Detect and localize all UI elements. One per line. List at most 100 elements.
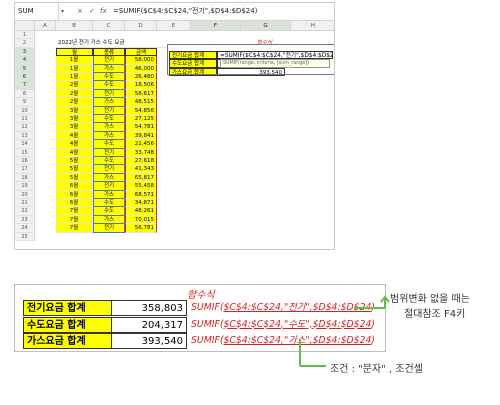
type-cell[interactable]: 전기 — [93, 56, 125, 65]
type-cell[interactable]: 가스 — [93, 215, 125, 225]
amount-cell[interactable]: 27,618 — [125, 157, 157, 166]
type-cell[interactable]: 가스 — [93, 190, 125, 199]
column-header[interactable]: F — [191, 21, 241, 31]
row-header[interactable]: 2 — [15, 39, 35, 48]
row-header[interactable]: 20 — [15, 190, 35, 199]
amount-cell[interactable]: 26,480 — [125, 73, 157, 82]
type-cell[interactable]: 전기 — [93, 148, 125, 157]
type-cell[interactable]: 전기 — [93, 182, 125, 191]
function-icon[interactable]: fx — [100, 3, 107, 20]
row-header[interactable]: 13 — [15, 131, 35, 141]
row-header[interactable]: 21 — [15, 199, 35, 208]
amount-cell[interactable]: 54,856 — [125, 106, 157, 115]
amount-cell[interactable]: 58,000 — [125, 56, 157, 65]
amount-cell[interactable]: 54,781 — [125, 123, 157, 132]
row-header[interactable]: 23 — [15, 215, 35, 225]
row-header[interactable]: 9 — [15, 98, 35, 107]
type-cell[interactable]: 전기 — [93, 89, 125, 99]
type-cell[interactable]: 가스 — [93, 131, 125, 141]
column-header[interactable]: E — [157, 21, 191, 31]
row-header[interactable]: 11 — [15, 115, 35, 124]
month-cell[interactable]: 5월 — [56, 165, 93, 174]
type-cell[interactable]: 가스 — [93, 64, 125, 73]
type-cell[interactable]: 수도 — [93, 140, 125, 149]
type-cell[interactable]: 수도 — [93, 207, 125, 216]
month-cell[interactable]: 2월 — [56, 89, 93, 99]
month-cell[interactable]: 5월 — [56, 157, 93, 166]
column-header[interactable]: C — [93, 21, 125, 31]
month-cell[interactable]: 3월 — [56, 123, 93, 132]
cancel-icon[interactable]: × — [77, 3, 83, 20]
month-cell[interactable]: 1월 — [56, 64, 93, 73]
amount-cell[interactable]: 58,617 — [125, 89, 157, 99]
row-header[interactable]: 18 — [15, 173, 35, 183]
row-header[interactable]: 22 — [15, 207, 35, 216]
row-header[interactable]: 19 — [15, 182, 35, 191]
amount-cell[interactable]: 41,343 — [125, 165, 157, 174]
month-cell[interactable]: 5월 — [56, 173, 93, 183]
row-header[interactable]: 16 — [15, 157, 35, 166]
type-cell[interactable]: 가스 — [93, 173, 125, 183]
row-header[interactable]: 4 — [15, 56, 35, 65]
row-header[interactable]: 3 — [15, 47, 35, 57]
type-cell[interactable]: 전기 — [93, 224, 125, 233]
row-header[interactable]: 12 — [15, 123, 35, 132]
month-cell[interactable]: 6월 — [56, 199, 93, 208]
row-header[interactable]: 17 — [15, 165, 35, 174]
formula-input[interactable]: =SUMIF($C$4:$C$24,"전기",$D$4:$D$24) — [113, 3, 257, 20]
amount-cell[interactable]: 68,571 — [125, 190, 157, 199]
name-box[interactable]: SUM — [15, 3, 59, 20]
month-cell[interactable]: 6월 — [56, 190, 93, 199]
column-header[interactable]: G — [241, 21, 291, 31]
row-header[interactable]: 25 — [15, 232, 35, 241]
amount-cell[interactable]: 39,841 — [125, 131, 157, 141]
type-cell[interactable]: 가스 — [93, 123, 125, 132]
amount-cell[interactable]: 34,871 — [125, 199, 157, 208]
type-cell[interactable]: 전기 — [93, 165, 125, 174]
amount-cell[interactable]: 18,506 — [125, 81, 157, 90]
month-cell[interactable]: 7월 — [56, 215, 93, 225]
column-header[interactable]: H — [291, 21, 334, 31]
month-cell[interactable]: 2월 — [56, 81, 93, 90]
month-cell[interactable]: 7월 — [56, 224, 93, 233]
type-cell[interactable]: 전기 — [93, 106, 125, 115]
type-cell[interactable]: 수도 — [93, 81, 125, 90]
row-header[interactable]: 10 — [15, 106, 35, 115]
month-cell[interactable]: 3월 — [56, 115, 93, 124]
amount-cell[interactable]: 55,458 — [125, 182, 157, 191]
month-cell[interactable]: 1월 — [56, 73, 93, 82]
row-header[interactable]: 14 — [15, 140, 35, 149]
amount-cell[interactable]: 46,000 — [125, 64, 157, 73]
month-cell[interactable]: 3월 — [56, 106, 93, 115]
amount-cell[interactable]: 65,817 — [125, 173, 157, 183]
amount-cell[interactable]: 48,515 — [125, 98, 157, 107]
column-header[interactable]: D — [125, 21, 157, 31]
month-cell[interactable]: 6월 — [56, 182, 93, 191]
type-cell[interactable]: 수도 — [93, 199, 125, 208]
type-cell[interactable]: 수도 — [93, 115, 125, 124]
month-cell[interactable]: 4월 — [56, 140, 93, 149]
month-cell[interactable]: 4월 — [56, 148, 93, 157]
row-header[interactable]: 7 — [15, 81, 35, 90]
name-box-dropdown-icon[interactable]: ▾ — [61, 3, 64, 20]
amount-cell[interactable]: 33,748 — [125, 148, 157, 157]
row-header[interactable]: 15 — [15, 148, 35, 157]
type-cell[interactable]: 수도 — [93, 157, 125, 166]
amount-cell[interactable]: 27,125 — [125, 115, 157, 124]
summary-value-cell[interactable]: 393,540 — [217, 67, 285, 76]
type-cell[interactable]: 수도 — [93, 73, 125, 82]
month-cell[interactable]: 4월 — [56, 131, 93, 141]
column-header[interactable]: B — [56, 21, 93, 31]
month-cell[interactable]: 7월 — [56, 207, 93, 216]
row-header[interactable]: 6 — [15, 73, 35, 82]
month-cell[interactable]: 1월 — [56, 56, 93, 65]
type-cell[interactable]: 가스 — [93, 98, 125, 107]
amount-cell[interactable]: 21,456 — [125, 140, 157, 149]
amount-cell[interactable]: 48,261 — [125, 207, 157, 216]
column-header[interactable]: A — [35, 21, 56, 31]
amount-cell[interactable]: 56,781 — [125, 224, 157, 233]
row-header[interactable]: 1 — [15, 31, 35, 40]
row-header[interactable]: 5 — [15, 64, 35, 73]
enter-icon[interactable]: ✓ — [89, 3, 95, 20]
row-header[interactable]: 24 — [15, 224, 35, 233]
